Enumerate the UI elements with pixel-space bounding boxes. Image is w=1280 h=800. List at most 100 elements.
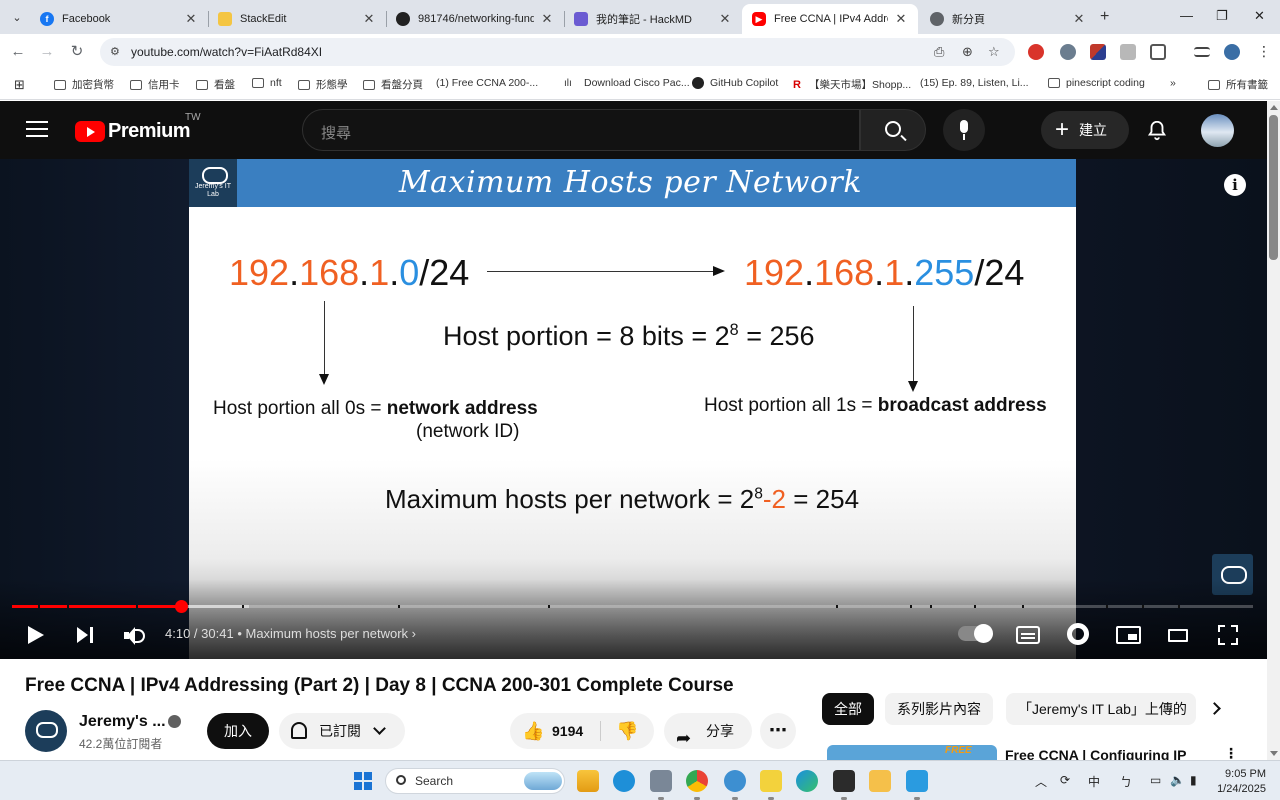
taskbar-search[interactable]: Search [385,768,565,794]
bookmark-link[interactable]: (1) Free CCNA 200-... [436,77,538,188]
close-window-icon[interactable]: ✕ [1254,8,1265,24]
install-app-icon[interactable]: ⎙ [934,44,944,60]
scrubber-handle[interactable] [175,600,188,613]
bookmark-folder[interactable]: 加密貨幣 [54,77,114,92]
tray-overflow-chevron-icon[interactable]: ︿ [1035,773,1047,790]
create-button[interactable]: + 建立 [1041,111,1129,149]
tab-facebook[interactable]: f Facebook ✕ [30,4,208,34]
bookmark-link[interactable]: ılı Download Cisco Pac... [564,77,690,89]
tab-stackedit[interactable]: StackEdit ✕ [208,4,386,34]
extension-new-icon[interactable] [1028,44,1044,60]
battery-icon[interactable]: ▮ [1190,773,1197,787]
notepad-icon[interactable] [906,770,928,800]
bookmark-folder[interactable]: 看盤 [196,77,235,92]
tab-search-dropdown-icon[interactable]: ⌄ [6,6,28,28]
file-explorer-icon[interactable] [577,770,599,792]
bookmark-folder[interactable]: pinescript coding [1048,77,1145,89]
page-scrollbar[interactable] [1267,101,1280,760]
bookmark-star-icon[interactable]: ☆ [988,44,1000,60]
close-icon[interactable]: ✕ [894,11,908,27]
video-player[interactable]: Jeremy's IT Lab Maximum Hosts per Networ… [0,159,1267,659]
theater-mode-icon[interactable] [1168,629,1188,642]
telegram-icon[interactable] [724,770,746,800]
ime-indicator[interactable]: 中 [1088,773,1100,790]
like-count[interactable]: 9194 [552,723,583,739]
new-tab-button[interactable]: + [1100,8,1109,26]
app-icon[interactable] [650,770,672,800]
recommendation-thumbnail[interactable]: FREE [827,745,997,760]
speaker-icon[interactable]: 🔈 [1170,773,1185,787]
chip-channel-uploads[interactable]: 「Jeremy's IT Lab」上傳的 [1006,693,1196,725]
thumbs-up-icon[interactable]: 👍 [522,721,544,742]
voice-search-mic-icon[interactable] [943,109,985,151]
more-actions-icon[interactable]: ⋯ [760,713,796,749]
restore-window-icon[interactable]: ❐ [1216,8,1228,24]
scroll-down-icon[interactable] [1270,751,1278,756]
system-clock[interactable]: 9:05 PM 1/24/2025 [1216,767,1266,797]
zoom-icon[interactable]: ⊕ [962,44,973,60]
hamburger-menu-icon[interactable] [26,121,48,137]
chrome-icon[interactable] [686,770,708,800]
autoplay-toggle[interactable] [958,624,993,643]
terminal-icon[interactable] [833,770,855,800]
info-icon[interactable]: i [1224,174,1246,196]
search-button[interactable] [860,109,926,151]
bookmark-folder-all[interactable]: 所有書籤 [1208,77,1268,92]
miniplayer-icon[interactable] [1116,626,1141,644]
extension-icon[interactable] [1060,44,1076,60]
progress-bar[interactable] [12,600,1253,613]
extensions-puzzle-icon[interactable] [1150,44,1166,60]
chip-all[interactable]: 全部 [822,693,874,725]
close-icon[interactable]: ✕ [1072,11,1086,27]
bookmarks-overflow-icon[interactable]: » [1170,77,1176,89]
folder-icon[interactable] [869,770,891,792]
bookmark-link[interactable]: GitHub Copilot [692,77,778,89]
play-icon[interactable] [28,626,44,644]
forward-icon[interactable]: → [37,42,57,62]
app-icon[interactable] [613,770,635,792]
sync-icon[interactable]: ⟳ [1060,773,1070,787]
close-icon[interactable]: ✕ [362,11,376,27]
channel-avatar[interactable] [25,710,67,752]
back-icon[interactable]: ← [8,42,28,62]
notifications-bell-icon[interactable] [1146,119,1168,141]
address-bar[interactable]: ⚙ youtube.com/watch?v=FiAatRd84XI ⎙ ⊕ ☆ [100,38,1015,66]
url-text[interactable]: youtube.com/watch?v=FiAatRd84XI [131,45,322,59]
edge-icon[interactable] [796,770,818,792]
bookmark-link[interactable]: (15) Ep. 89, Listen, Li... [920,77,1029,188]
network-icon[interactable]: ▭ [1150,773,1161,787]
close-icon[interactable]: ✕ [718,11,732,27]
apps-grid-icon[interactable]: ⊞ [14,77,25,93]
extension-icon[interactable] [1120,44,1136,60]
bookmark-folder[interactable]: 形態學 [298,77,348,92]
kebab-menu-icon[interactable]: ⋮ [1256,44,1272,60]
close-icon[interactable]: ✕ [184,11,198,27]
minimize-window-icon[interactable]: — [1180,8,1193,23]
bookmark-link[interactable]: R 【樂天市場】Shopp... [793,77,911,92]
extension-flag-icon[interactable] [1090,44,1106,60]
thumbs-down-icon[interactable]: 👎 [616,721,638,742]
ime-mode-icon[interactable]: ㄅ [1120,773,1132,790]
account-avatar[interactable] [1201,114,1234,147]
tab-github[interactable]: 981746/networking-funda ✕ [386,4,564,34]
channel-name[interactable]: Jeremy's ... [79,713,166,731]
tab-youtube-active[interactable]: ▶ Free CCNA | IPv4 Addressi ✕ [742,4,918,34]
app-icon[interactable] [760,770,782,800]
tab-new-tab[interactable]: 新分頁 ✕ [920,4,1096,34]
next-video-icon[interactable] [77,626,95,644]
tab-hackmd[interactable]: 我的筆記 - HackMD ✕ [564,4,742,34]
youtube-logo[interactable]: Premium TW [75,112,201,143]
chapter-title[interactable]: Maximum hosts per network [245,626,408,641]
bookmark-folder[interactable]: nft [252,77,282,89]
settings-gear-icon[interactable] [1067,623,1089,645]
reload-icon[interactable]: ↻ [67,42,87,62]
profile-avatar-icon[interactable] [1224,44,1240,60]
bookmark-folder[interactable]: 看盤分頁 [363,77,423,92]
close-icon[interactable]: ✕ [540,11,554,27]
fullscreen-icon[interactable] [1218,625,1238,645]
subscribed-button[interactable]: 已訂閱 [279,713,405,749]
chip-series[interactable]: 系列影片內容 [885,693,993,725]
chevron-right-icon[interactable] [1208,702,1221,715]
bookmark-folder[interactable]: 信用卡 [130,77,180,92]
site-info-icon[interactable]: ⚙ [110,45,124,59]
